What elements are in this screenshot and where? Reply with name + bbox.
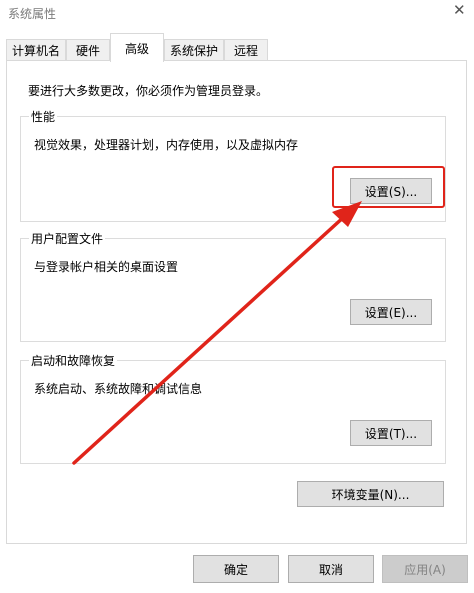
annotation-arrow-icon <box>72 201 362 465</box>
